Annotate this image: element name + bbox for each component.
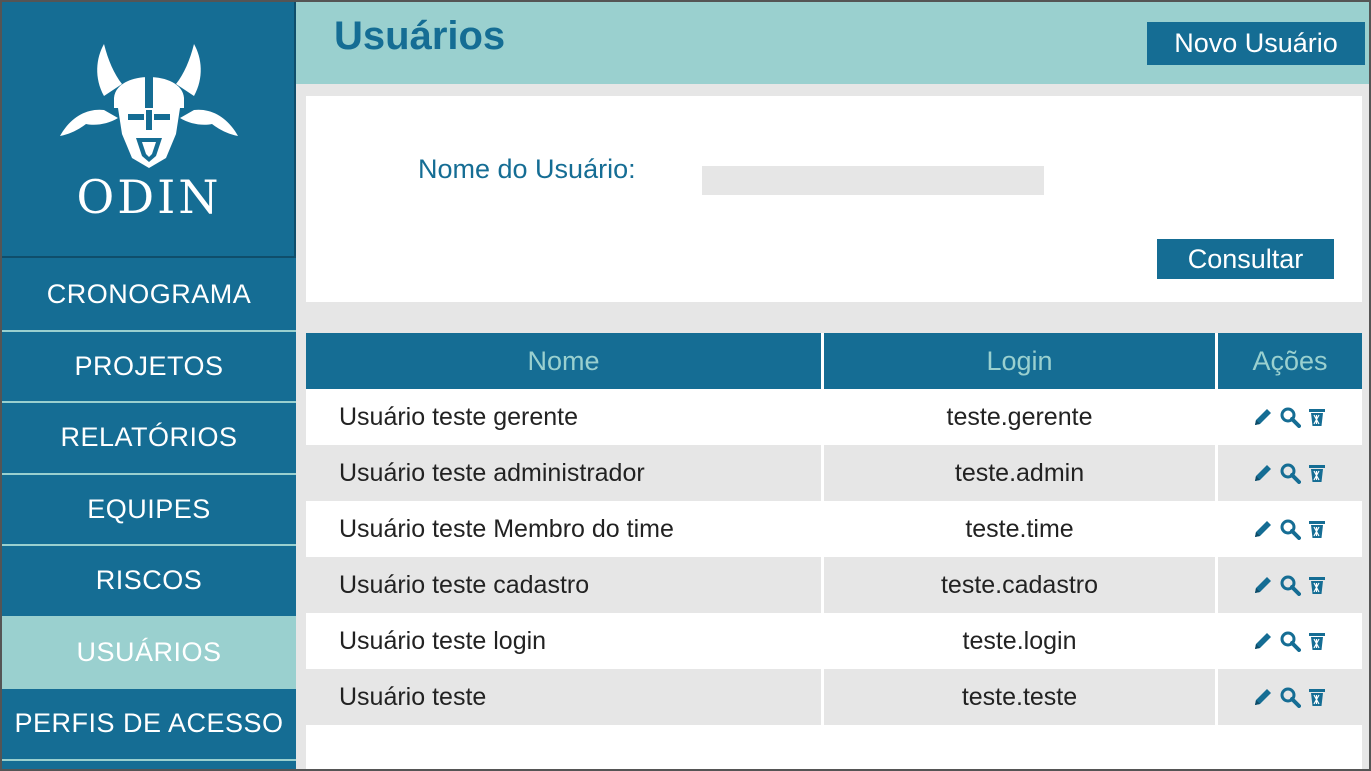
cell-name: Usuário teste gerente [306, 389, 824, 445]
magnifier-icon[interactable] [1279, 574, 1301, 596]
table-row: Usuário teste gerente teste.gerente [306, 389, 1362, 445]
sidebar: ODIN CRONOGRAMA PROJETOS RELATÓRIOS EQUIPES… [2, 2, 296, 769]
trash-icon[interactable] [1306, 574, 1328, 596]
cell-name: Usuário teste Membro do time [306, 501, 824, 557]
trash-icon[interactable] [1306, 630, 1328, 652]
sidebar-item-5[interactable]: USUÁRIOS [2, 617, 296, 689]
pencil-icon[interactable] [1252, 406, 1274, 428]
page-title: Usuários [334, 14, 506, 58]
sidebar-item-6[interactable]: PERFIS DE ACESSO [2, 689, 296, 761]
logo: ODIN [2, 2, 296, 258]
column-header-name: Nome [306, 333, 824, 389]
sidebar-item-label: PROJETOS [74, 350, 224, 381]
cell-login: teste.admin [824, 445, 1218, 501]
table-row: Usuário teste teste.teste [306, 669, 1362, 725]
table-body: Usuário teste gerente teste.gerente Usuári… [306, 389, 1362, 725]
trash-icon[interactable] [1306, 406, 1328, 428]
users-table: Nome Login Ações Usuário teste gerente te… [306, 333, 1362, 769]
magnifier-icon[interactable] [1279, 630, 1301, 652]
sidebar-item-2[interactable]: RELATÓRIOS [2, 403, 296, 475]
table-row: Usuário teste Membro do time teste.time [306, 501, 1362, 557]
main-content: Nome do Usuário: Consultar Nome Login Aç… [296, 84, 1369, 769]
pencil-icon[interactable] [1252, 574, 1274, 596]
pencil-icon[interactable] [1252, 686, 1274, 708]
sidebar-item-label: CRONOGRAMA [46, 279, 252, 310]
sidebar-item-label: PERFIS DE ACESSO [14, 708, 284, 739]
cell-login: teste.time [824, 501, 1218, 557]
table-row: Usuário teste login teste.login [306, 613, 1362, 669]
cell-login: teste.gerente [824, 389, 1218, 445]
sidebar-item-label: USUÁRIOS [76, 636, 222, 667]
magnifier-icon[interactable] [1279, 686, 1301, 708]
sidebar-item-label: RISCOS [95, 565, 203, 596]
pencil-icon[interactable] [1252, 462, 1274, 484]
magnifier-icon[interactable] [1279, 406, 1301, 428]
app-window: ODIN CRONOGRAMA PROJETOS RELATÓRIOS EQUIPES… [0, 0, 1371, 771]
sidebar-nav: CRONOGRAMA PROJETOS RELATÓRIOS EQUIPES RISCO… [2, 260, 296, 761]
table-row: Usuário teste administrador teste.admin [306, 445, 1362, 501]
cell-actions [1218, 557, 1362, 613]
cell-actions [1218, 389, 1362, 445]
sidebar-item-label: RELATÓRIOS [60, 422, 238, 453]
new-user-button[interactable]: Novo Usuário [1147, 22, 1365, 65]
sidebar-item-0[interactable]: CRONOGRAMA [2, 260, 296, 332]
table-header: Nome Login Ações [306, 333, 1362, 389]
consult-button[interactable]: Consultar [1157, 239, 1334, 279]
cell-login: teste.cadastro [824, 557, 1218, 613]
user-name-input[interactable] [702, 166, 1044, 195]
odin-viking-icon [60, 44, 238, 168]
cell-actions [1218, 445, 1362, 501]
magnifier-icon[interactable] [1279, 518, 1301, 540]
sidebar-item-label: EQUIPES [87, 493, 211, 524]
logo-wordmark: ODIN [76, 170, 222, 224]
table-row: Usuário teste cadastro teste.cadastro [306, 557, 1362, 613]
column-header-actions: Ações [1252, 345, 1328, 376]
user-name-label: Nome do Usuário: [418, 154, 636, 184]
trash-icon[interactable] [1306, 686, 1328, 708]
cell-login: teste.teste [824, 669, 1218, 725]
cell-actions [1218, 669, 1362, 725]
search-panel: Nome do Usuário: Consultar [306, 96, 1362, 302]
magnifier-icon[interactable] [1279, 462, 1301, 484]
trash-icon[interactable] [1306, 518, 1328, 540]
sidebar-item-1[interactable]: PROJETOS [2, 331, 296, 403]
cell-name: Usuário teste login [306, 613, 824, 669]
pencil-icon[interactable] [1252, 630, 1274, 652]
sidebar-item-4[interactable]: RISCOS [2, 546, 296, 618]
sidebar-item-3[interactable]: EQUIPES [2, 474, 296, 546]
cell-name: Usuário teste administrador [306, 445, 824, 501]
cell-actions [1218, 613, 1362, 669]
cell-actions [1218, 501, 1362, 557]
trash-icon[interactable] [1306, 462, 1328, 484]
cell-name: Usuário teste [306, 669, 824, 725]
pencil-icon[interactable] [1252, 518, 1274, 540]
column-header-login: Login [824, 333, 1218, 389]
cell-name: Usuário teste cadastro [306, 557, 824, 613]
page-header: Usuários Novo Usuário [296, 2, 1369, 84]
cell-login: teste.login [824, 613, 1218, 669]
